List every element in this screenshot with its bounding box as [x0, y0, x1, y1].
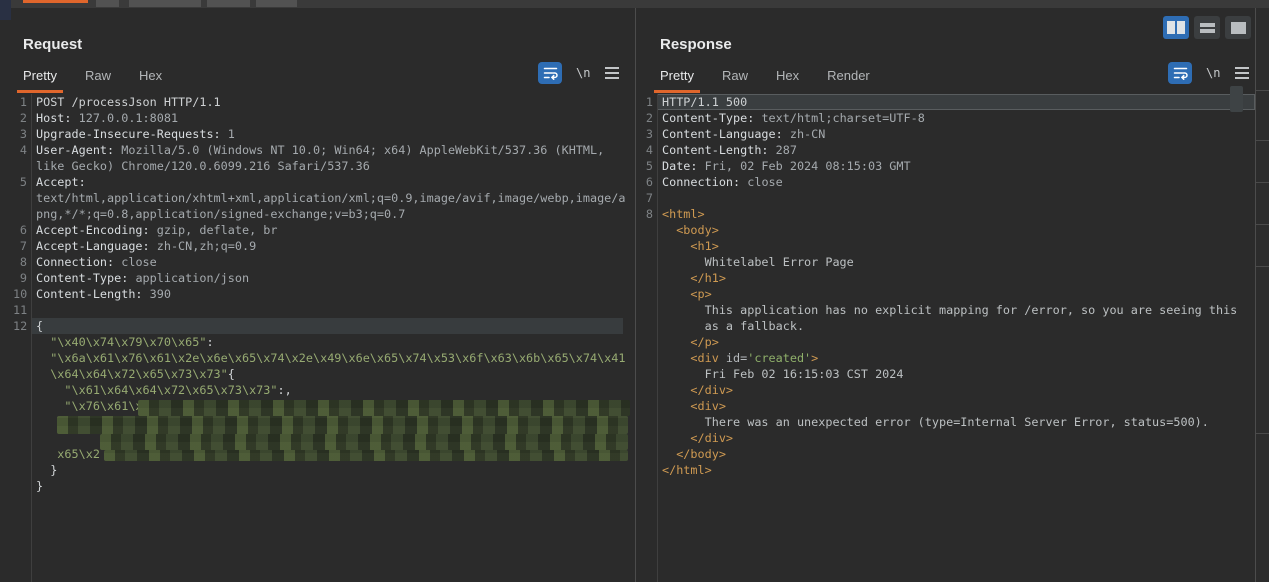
- code-line: 2 Content-Type: text/html;charset=UTF-8: [645, 111, 925, 125]
- word-wrap-button[interactable]: [538, 62, 562, 84]
- code-line: <body>: [662, 223, 719, 237]
- code-line: <h1>: [662, 239, 719, 253]
- code-line: 7: [645, 191, 653, 205]
- request-tab-pretty[interactable]: Pretty: [17, 64, 63, 93]
- code-line: <div id='created'>: [662, 351, 819, 365]
- code-line: 6 Accept-Encoding: gzip, deflate, br: [19, 223, 278, 237]
- code-line: like Gecko) Chrome/120.0.6099.216 Safari…: [36, 159, 370, 173]
- code-line: 5 Accept:: [19, 175, 86, 189]
- response-panel-title: Response: [660, 36, 732, 53]
- redaction-blur: [57, 416, 628, 434]
- code-line: 6 Connection: close: [645, 175, 783, 189]
- code-line: 3 Content-Language: zh-CN: [645, 127, 826, 141]
- code-line: This application has no explicit mapping…: [662, 303, 1238, 317]
- code-line: 7 Accept-Language: zh-CN,zh;q=0.9: [19, 239, 257, 253]
- code-line: 8 <html>: [645, 207, 705, 221]
- code-line: \x64\x64\x72\x65\x73\x73"{: [36, 367, 235, 381]
- response-tab-render[interactable]: Render: [821, 64, 876, 93]
- code-line: <div>: [662, 399, 726, 413]
- redaction-blur: [104, 450, 628, 461]
- code-line: 2 Host: 127.0.0.1:8081: [19, 111, 179, 125]
- columns-icon: [1167, 21, 1175, 34]
- repeater-tab-3[interactable]: [129, 0, 201, 7]
- request-tabs: Pretty Raw Hex: [17, 64, 184, 93]
- code-line: png,*/*;q=0.8,application/signed-exchang…: [36, 207, 406, 221]
- repeater-tab-active[interactable]: [23, 0, 88, 3]
- code-line: 10 Content-Length: 390: [13, 287, 171, 301]
- request-editor[interactable]: 1 POST /processJson HTTP/1.1 2 Host: 127.0.…: [13, 94, 635, 582]
- code-line: 9 Content-Type: application/json: [19, 271, 250, 285]
- code-line: "\x40\x74\x79\x70\x65":: [36, 335, 214, 349]
- response-tab-hex[interactable]: Hex: [770, 64, 805, 93]
- code-line: </body>: [662, 447, 726, 461]
- layout-columns-button[interactable]: [1163, 16, 1189, 39]
- code-line: 3 Upgrade-Insecure-Requests: 1: [19, 127, 235, 141]
- response-scrollbar-thumb[interactable]: [1230, 86, 1243, 112]
- repeater-tab-2[interactable]: [96, 0, 119, 7]
- inspector-collapsed-rail[interactable]: [1256, 8, 1269, 582]
- code-line: text/html,application/xhtml+xml,applicat…: [36, 191, 626, 205]
- code-line: There was an unexpected error (type=Inte…: [662, 415, 1209, 429]
- code-line: 1 HTTP/1.1 500: [637, 94, 1255, 110]
- redaction-blur: [100, 434, 628, 450]
- code-line: }: [36, 463, 58, 477]
- editor-menu-button[interactable]: [604, 64, 620, 82]
- code-line: 8 Connection: close: [19, 255, 157, 269]
- hamburger-icon: [605, 67, 620, 69]
- code-line: 5 Date: Fri, 02 Feb 2024 08:15:03 GMT: [645, 159, 911, 173]
- code-line: <p>: [662, 287, 712, 301]
- code-line: 11: [13, 303, 28, 317]
- repeater-tab-5[interactable]: [256, 0, 297, 7]
- request-tab-raw[interactable]: Raw: [79, 64, 117, 93]
- layout-rows-button[interactable]: [1194, 16, 1220, 39]
- response-editor-icons: \n: [1168, 62, 1250, 84]
- response-tabs: Pretty Raw Hex Render: [654, 64, 892, 93]
- editor-menu-button[interactable]: [1234, 64, 1250, 82]
- code-line: 4 Content-Length: 287: [645, 143, 797, 157]
- code-line: 1 POST /processJson HTTP/1.1: [19, 95, 221, 109]
- window-edge: [0, 0, 11, 20]
- code-line: </html>: [662, 463, 712, 477]
- code-line: </div>: [662, 383, 734, 397]
- word-wrap-icon: [543, 67, 558, 80]
- word-wrap-button[interactable]: [1168, 62, 1192, 84]
- code-line: "\x6a\x61\x76\x61\x2e\x6e\x65\x74\x2e\x4…: [36, 351, 626, 365]
- code-line: as a fallback.: [662, 319, 805, 333]
- layout-single-button[interactable]: [1225, 16, 1251, 39]
- code-line: </div>: [662, 431, 734, 445]
- request-panel-title: Request: [23, 36, 83, 53]
- show-newlines-button[interactable]: \n: [576, 66, 590, 80]
- rows-icon: [1199, 22, 1215, 33]
- show-newlines-button[interactable]: \n: [1206, 66, 1220, 80]
- request-tab-hex[interactable]: Hex: [133, 64, 168, 93]
- layout-toggle-group: [1163, 16, 1251, 39]
- single-pane-icon: [1230, 21, 1246, 34]
- hamburger-icon: [1235, 67, 1250, 69]
- response-editor[interactable]: 1 HTTP/1.1 500 2 Content-Type: text/html;ch…: [637, 94, 1255, 582]
- redaction-blur: [138, 400, 630, 416]
- response-tab-pretty[interactable]: Pretty: [654, 64, 700, 93]
- code-line: "\x61\x64\x64\x72\x65\x73\x73":,: [36, 383, 292, 397]
- repeater-view: Request Pretty Raw Hex \n Response Pretty R…: [0, 0, 1269, 582]
- code-line: Fri Feb 02 16:15:03 CST 2024: [662, 367, 904, 381]
- word-wrap-icon: [1173, 67, 1188, 80]
- code-line: </h1>: [662, 271, 726, 285]
- response-tab-raw[interactable]: Raw: [716, 64, 754, 93]
- repeater-tab-bar: [11, 0, 1269, 8]
- code-line: 4 User-Agent: Mozilla/5.0 (Windows NT 10.…: [19, 143, 605, 157]
- panel-splitter[interactable]: [635, 8, 636, 582]
- code-line: Whitelabel Error Page: [662, 255, 854, 269]
- repeater-tab-4[interactable]: [207, 0, 250, 7]
- request-editor-icons: \n: [538, 62, 620, 84]
- code-line: 12{: [13, 318, 635, 334]
- code-line: </p>: [662, 335, 719, 349]
- code-line: }: [36, 479, 44, 493]
